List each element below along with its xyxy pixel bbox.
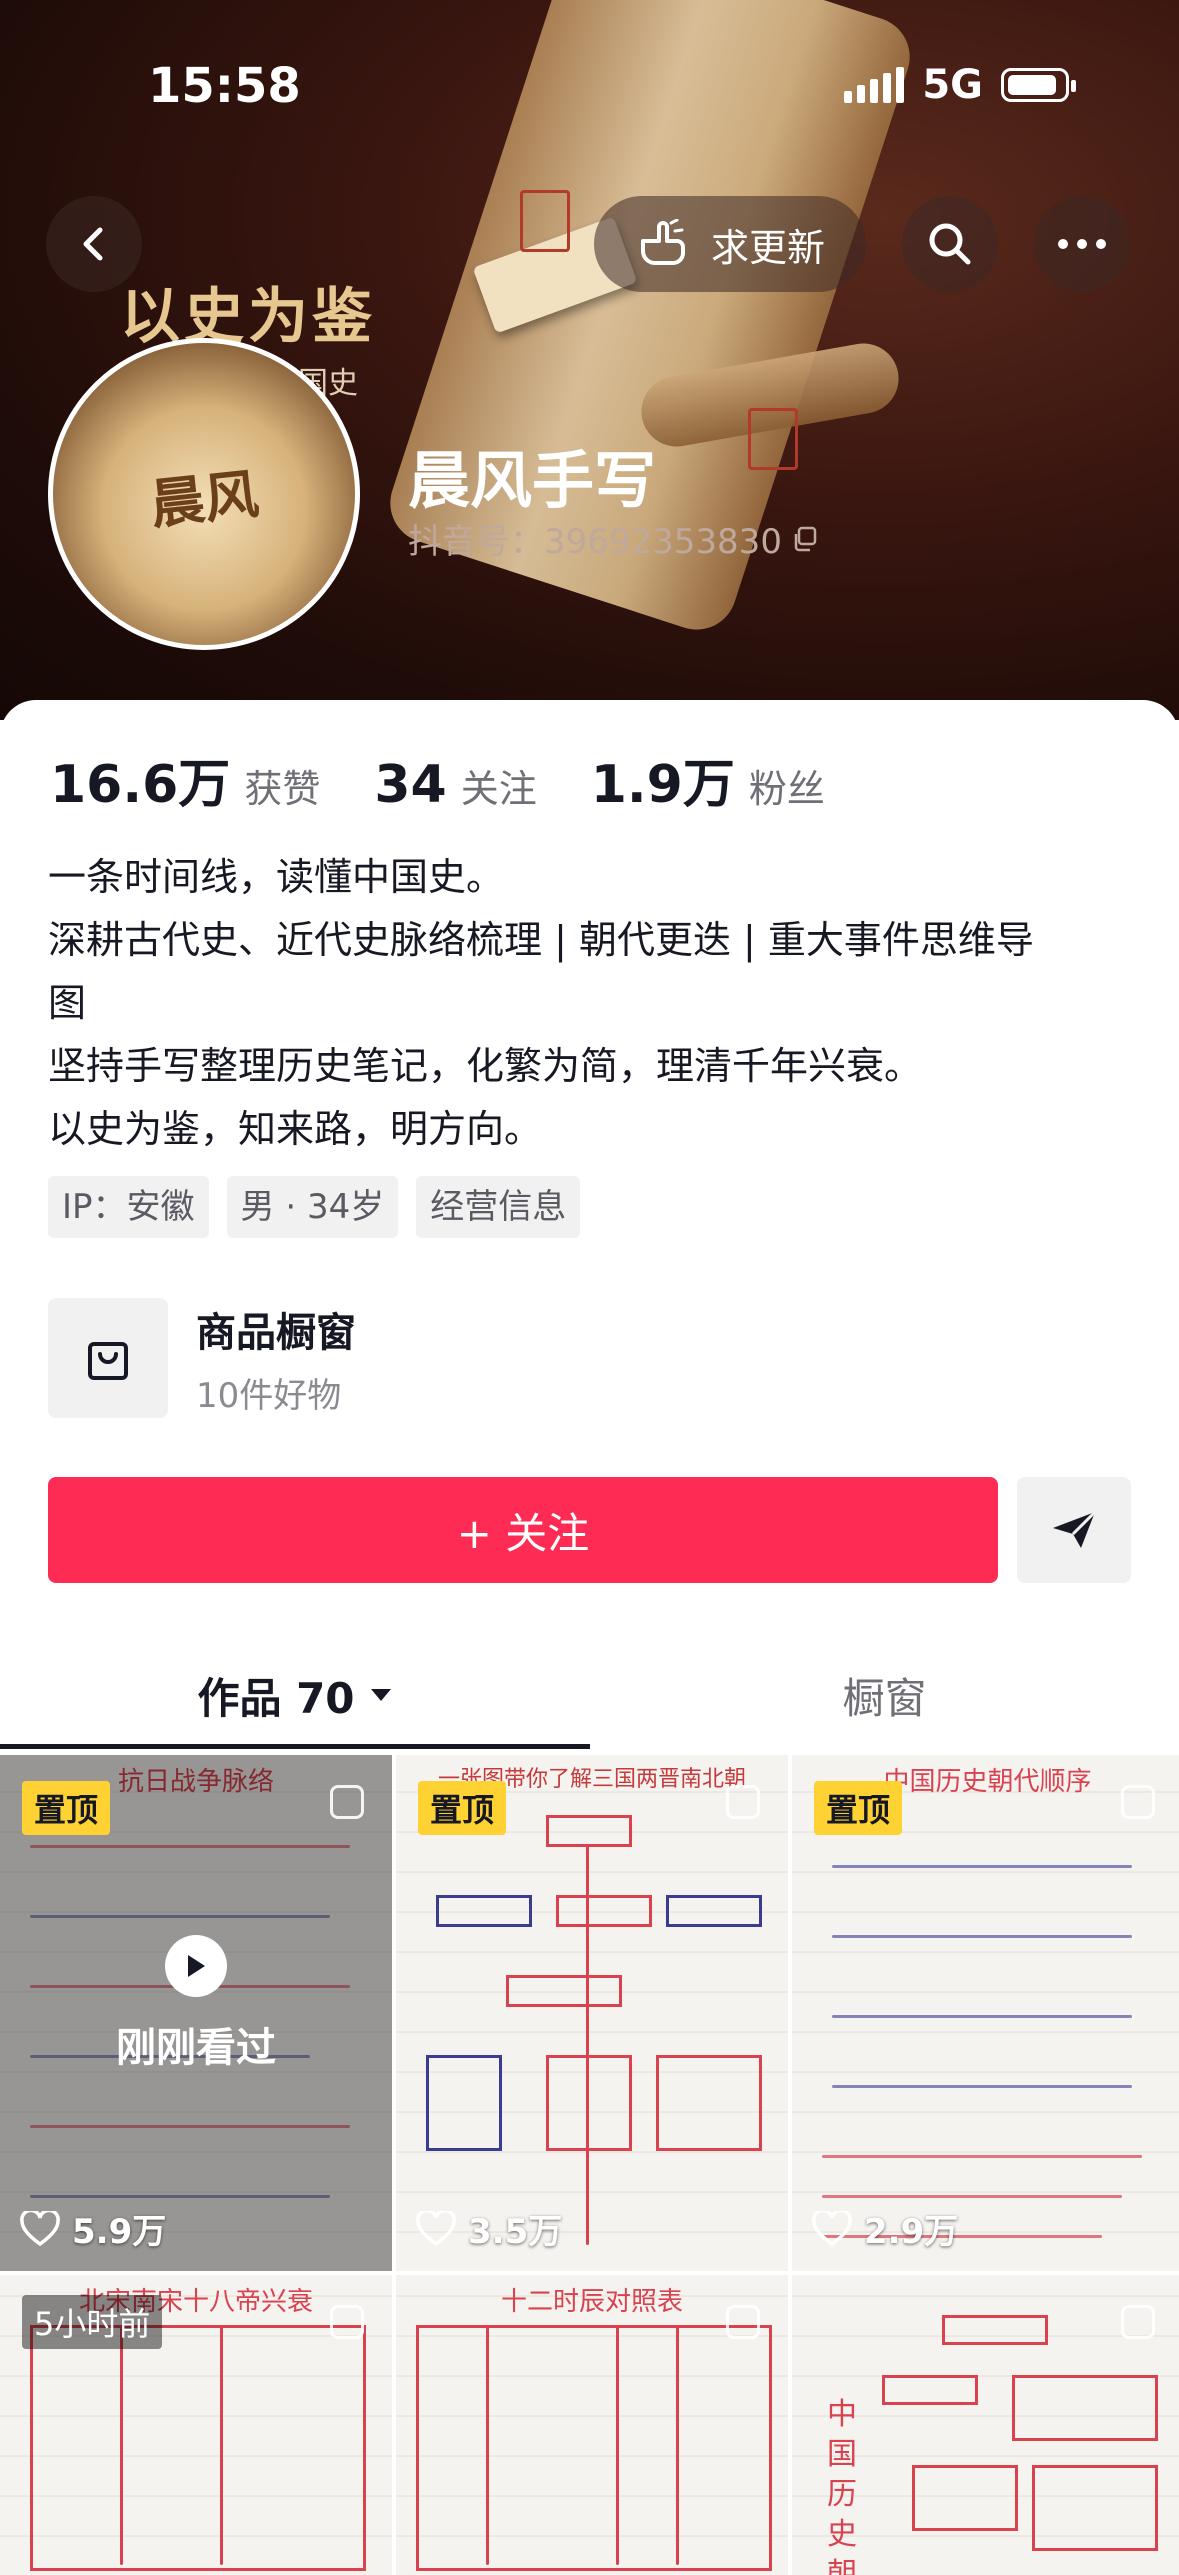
bio: 一条时间线，读懂中国史。 深耕古代史、近代史脉络梳理 | 朝代更迭 | 重大事件… — [48, 846, 1138, 1161]
stat-label: 粉丝 — [748, 767, 825, 811]
like-count: 2.9万 — [812, 2204, 958, 2253]
tag-gender-age: 男 · 34岁 — [226, 1176, 399, 1238]
like-count-value: 3.5万 — [468, 2212, 563, 2252]
avatar-text: 晨风 — [147, 461, 262, 536]
bio-line: 坚持手写整理历史笔记，化繁为简，理清千年兴衰。 — [48, 1044, 923, 1088]
tag-ip: IP：安徽 — [48, 1176, 209, 1238]
caret-down-icon — [370, 1689, 391, 1701]
shopping-bag-icon — [48, 1298, 168, 1418]
network-label: 5G — [922, 62, 983, 108]
heart-icon — [812, 2210, 852, 2246]
stat-value: 16.6万 — [50, 755, 231, 815]
douyin-id[interactable]: 抖音号：39692353830 — [408, 514, 818, 563]
note-title: 中国历史朝代 — [827, 2397, 857, 2575]
content-tabs: 作品 70 橱窗 — [0, 1640, 1179, 1750]
avatar[interactable]: 晨风 — [48, 338, 360, 650]
tab-works[interactable]: 作品 70 — [0, 1640, 590, 1750]
chevron-left-icon — [83, 227, 103, 261]
seal-stamp — [748, 408, 798, 470]
select-checkbox[interactable] — [330, 1785, 364, 1819]
request-update-label: 求更新 — [710, 225, 825, 270]
search-icon — [929, 223, 971, 265]
stat-value: 1.9万 — [590, 755, 735, 815]
follow-label: + 关注 — [456, 1508, 590, 1558]
search-button[interactable] — [902, 196, 998, 292]
stat-value: 34 — [374, 755, 447, 815]
video-card[interactable]: 抗日战争脉络 置顶 刚刚看过 5.9万 — [0, 1755, 392, 2271]
bio-line: 以史为鉴，知来路，明方向。 — [48, 1107, 543, 1151]
pinned-badge: 置顶 — [22, 1781, 111, 1835]
select-checkbox[interactable] — [330, 2305, 364, 2339]
stat-following[interactable]: 34 关注 — [374, 755, 536, 815]
tab-shop-window[interactable]: 橱窗 — [590, 1640, 1179, 1750]
more-icon — [1058, 239, 1106, 249]
douyin-id-text: 抖音号：39692353830 — [408, 522, 782, 562]
signal-icon — [844, 67, 905, 103]
cover-title: 以史为鉴 — [120, 282, 376, 352]
like-count: 5.9万 — [20, 2204, 166, 2253]
copy-icon[interactable] — [792, 526, 818, 552]
stat-followers[interactable]: 1.9万 粉丝 — [591, 742, 825, 817]
shop-window-entry[interactable]: 商品橱窗 10件好物 — [48, 1298, 356, 1418]
select-checkbox[interactable] — [726, 1785, 760, 1819]
shop-subtitle: 10件好物 — [196, 1375, 342, 1416]
video-card[interactable]: 十二时辰对照表 — [396, 2275, 788, 2575]
more-button[interactable] — [1034, 196, 1130, 292]
profile-stats: 16.6万 获赞 34 关注 1.9万 粉丝 — [50, 742, 825, 817]
play-icon — [165, 1935, 227, 1997]
select-checkbox[interactable] — [1121, 1785, 1155, 1819]
tag-business-info[interactable]: 经营信息 — [416, 1176, 581, 1238]
share-button[interactable] — [1017, 1477, 1131, 1583]
hand-point-icon — [640, 219, 685, 265]
like-count-value: 2.9万 — [864, 2212, 959, 2252]
profile-header: 15:58 5G 求更新 以史为鉴 中国史 晨风 晨风手写 抖音号：396923… — [0, 0, 1179, 720]
video-card[interactable]: 中国历史朝代顺序 置顶 2.9万 — [792, 1755, 1179, 2271]
time-badge: 5小时前 — [22, 2295, 163, 2349]
bio-line: 深耕古代史、近代史脉络梳理 | 朝代更迭 | 重大事件思维导 — [48, 918, 1034, 962]
follow-button[interactable]: + 关注 — [48, 1477, 998, 1583]
recently-watched-label: 刚刚看过 — [116, 2025, 276, 2071]
bio-line: 一条时间线，读懂中国史。 — [48, 855, 505, 899]
video-grid: 抗日战争脉络 置顶 刚刚看过 5.9万 一张图带你了解三国两晋南北朝 置顶 3.… — [0, 1755, 1179, 2575]
send-icon — [1053, 1510, 1097, 1548]
tab-works-label: 作品 70 — [197, 1673, 355, 1723]
seal-stamp — [520, 190, 570, 252]
heart-icon — [20, 2210, 60, 2246]
stat-likes[interactable]: 16.6万 获赞 — [50, 742, 320, 817]
battery-icon — [1001, 68, 1076, 102]
recently-watched: 刚刚看过 — [0, 1935, 392, 2073]
profile-tags: IP：安徽 男 · 34岁 经营信息 — [48, 1176, 581, 1238]
select-checkbox[interactable] — [726, 2305, 760, 2339]
pinned-badge: 置顶 — [814, 1781, 903, 1835]
tab-indicator — [0, 1744, 590, 1749]
like-count-value: 5.9万 — [72, 2212, 167, 2252]
request-update-button[interactable]: 求更新 — [594, 196, 866, 292]
video-card[interactable]: 北宋南宋十八帝兴衰 5小时前 — [0, 2275, 392, 2575]
stat-label: 关注 — [460, 767, 537, 811]
select-checkbox[interactable] — [1121, 2305, 1155, 2339]
like-count: 3.5万 — [416, 2204, 562, 2253]
stat-label: 获赞 — [244, 767, 321, 811]
bio-line: 图 — [48, 981, 87, 1025]
shop-title: 商品橱窗 — [196, 1309, 356, 1356]
heart-icon — [416, 2210, 456, 2246]
nickname: 晨风手写 — [408, 444, 657, 517]
status-icons: 5G — [844, 62, 1076, 108]
tab-shop-label: 橱窗 — [842, 1673, 927, 1723]
video-card[interactable]: 中国历史朝代 — [792, 2275, 1179, 2575]
video-card[interactable]: 一张图带你了解三国两晋南北朝 置顶 3.5万 — [396, 1755, 788, 2271]
status-time: 15:58 — [148, 58, 301, 114]
pinned-badge: 置顶 — [418, 1781, 507, 1835]
